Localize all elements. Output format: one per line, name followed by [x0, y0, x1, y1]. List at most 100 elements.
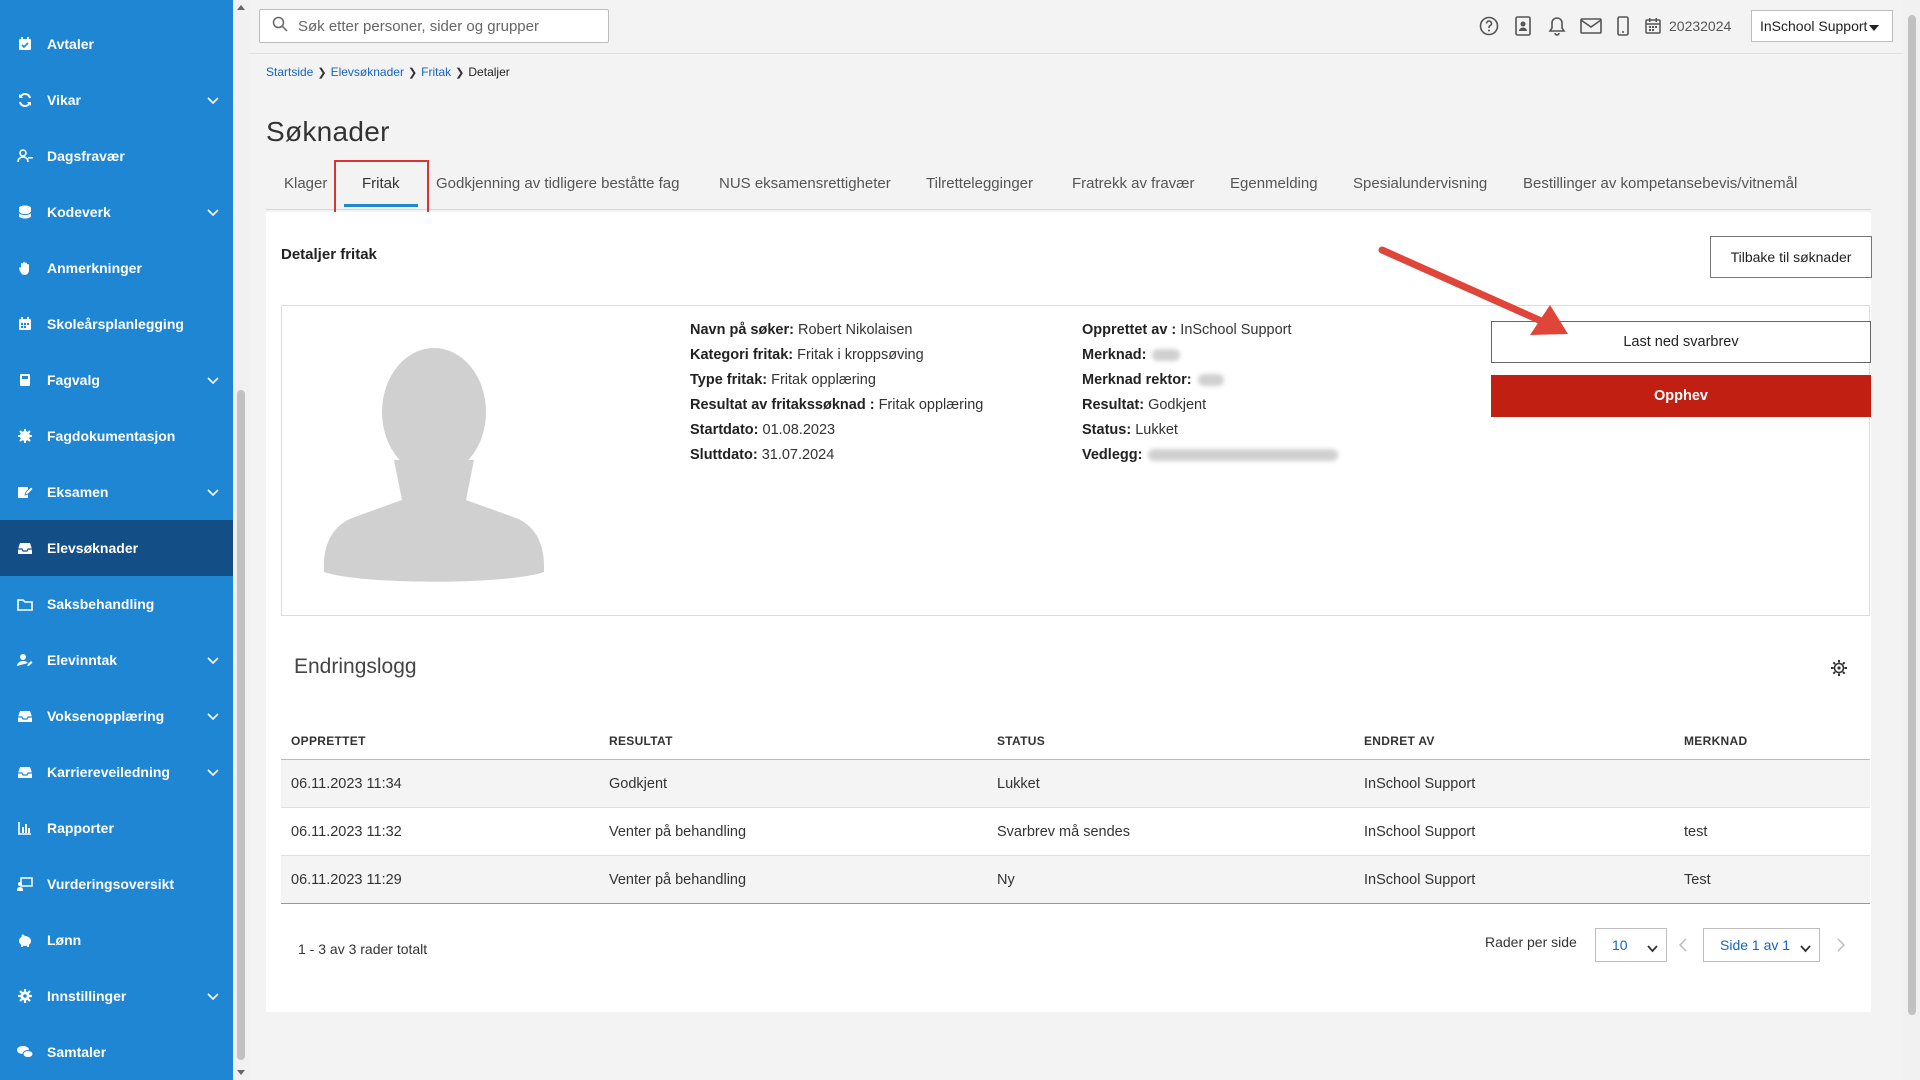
- column-header[interactable]: MERKNAD: [1684, 734, 1747, 748]
- sidebar-item-lonn[interactable]: Lønn: [0, 912, 233, 968]
- field-status: Status: Lukket: [1082, 422, 1178, 438]
- sidebar-item-fagvalg[interactable]: Fagvalg: [0, 352, 233, 408]
- download-response-letter-button[interactable]: Last ned svarbrev: [1491, 321, 1871, 363]
- field-result-of-application: Resultat av fritakssøknad : Fritak opplæ…: [690, 397, 983, 413]
- sidebar-scrollbar[interactable]: [233, 0, 249, 1080]
- sidebar-item-elevsoknader[interactable]: Elevsøknader: [0, 520, 233, 576]
- sidebar-item-label: Anmerkninger: [47, 260, 142, 276]
- field-created-by: Opprettet av : InSchool Support: [1082, 322, 1292, 338]
- sidebar-item-vurderingsoversikt[interactable]: Vurderingsoversikt: [0, 856, 233, 912]
- breadcrumb-link-startside[interactable]: Startside: [266, 65, 313, 79]
- sidebar-item-skolearsplanlegging[interactable]: Skoleårsplanlegging: [0, 296, 233, 352]
- column-header[interactable]: RESULTAT: [609, 734, 673, 748]
- table-row: 06.11.2023 11:29 Venter på behandling Ny…: [281, 856, 1870, 904]
- table-cell: InSchool Support: [1364, 776, 1476, 792]
- breadcrumb-link-elevsoknader[interactable]: Elevsøknader: [331, 65, 404, 79]
- contacts-icon[interactable]: [1511, 14, 1535, 38]
- table-cell: 06.11.2023 11:32: [291, 824, 402, 840]
- breadcrumb-link-fritak[interactable]: Fritak: [421, 65, 451, 79]
- chevron-down-icon: [207, 92, 219, 108]
- attachment-link-blurred[interactable]: [1148, 449, 1339, 462]
- page-select-value: Side 1 av 1: [1720, 937, 1791, 953]
- help-icon[interactable]: [1477, 14, 1501, 38]
- tab-bestillinger[interactable]: Bestillinger av kompetansebevis/vitnemål: [1523, 175, 1797, 192]
- tab-klager[interactable]: Klager: [284, 175, 327, 192]
- field-label: Navn på søker:: [690, 322, 794, 338]
- revoke-button[interactable]: Opphev: [1491, 375, 1871, 417]
- sidebar-item-saksbehandling[interactable]: Saksbehandling: [0, 576, 233, 632]
- field-start-date: Startdato: 01.08.2023: [690, 422, 835, 438]
- table-cell: Venter på behandling: [609, 824, 747, 840]
- sidebar-item-label: Vikar: [47, 92, 81, 108]
- back-to-applications-button[interactable]: Tilbake til søknader: [1710, 236, 1872, 278]
- gear-icon[interactable]: [1831, 660, 1847, 681]
- scrollbar-thumb[interactable]: [237, 390, 245, 1060]
- school-year-label[interactable]: 20232024: [1669, 18, 1731, 34]
- piggy-bank-icon: [17, 932, 33, 948]
- folder-icon: [17, 596, 33, 612]
- search-box[interactable]: [259, 9, 609, 43]
- changelog-table: OPPRETTET RESULTAT STATUS ENDRET AV MERK…: [281, 702, 1870, 904]
- table-cell: InSchool Support: [1364, 824, 1476, 840]
- chat-icon: [17, 1044, 33, 1060]
- sidebar-item-voksenopplaering[interactable]: Voksenopplæring: [0, 688, 233, 744]
- bar-chart-icon: [17, 820, 33, 836]
- notification-bell-icon[interactable]: [1545, 14, 1569, 38]
- field-label: Opprettet av :: [1082, 322, 1177, 338]
- scrollbar-thumb[interactable]: [1908, 15, 1916, 1015]
- column-header[interactable]: OPPRETTET: [291, 734, 366, 748]
- blurred-value: [1197, 374, 1224, 387]
- column-header[interactable]: STATUS: [997, 734, 1045, 748]
- scroll-down-arrow-icon[interactable]: [237, 1070, 245, 1075]
- sidebar-item-label: Innstillinger: [47, 988, 127, 1004]
- field-attachment: Vedlegg:: [1082, 447, 1339, 463]
- mobile-phone-icon[interactable]: [1611, 14, 1635, 38]
- annotation-highlight-box: [334, 160, 429, 219]
- table-header: OPPRETTET RESULTAT STATUS ENDRET AV MERK…: [281, 702, 1870, 760]
- blurred-value: [1152, 349, 1181, 362]
- table-row: 06.11.2023 11:34 Godkjent Lukket InSchoo…: [281, 760, 1870, 808]
- sidebar-item-label: Vurderingsoversikt: [47, 876, 175, 892]
- inbox-icon: [17, 540, 33, 556]
- tab-nus-eksamensrettigheter[interactable]: NUS eksamensrettigheter: [719, 175, 891, 192]
- field-label: Status:: [1082, 422, 1132, 438]
- sidebar-item-innstillinger[interactable]: Innstillinger: [0, 968, 233, 1024]
- field-value: Lukket: [1135, 422, 1178, 438]
- field-label: Kategori fritak:: [690, 347, 794, 363]
- page-scrollbar[interactable]: [1903, 0, 1920, 1080]
- search-input[interactable]: [298, 17, 598, 35]
- field-value: Fritak opplæring: [771, 372, 876, 388]
- sidebar-item-eksamen[interactable]: Eksamen: [0, 464, 233, 520]
- sidebar-item-label: Elevinntak: [47, 652, 118, 668]
- tab-tilrettelegginger[interactable]: Tilrettelegginger: [926, 175, 1033, 192]
- tab-godkjenning[interactable]: Godkjenning av tidligere beståtte fag: [436, 175, 680, 192]
- sidebar-item-vikar[interactable]: Vikar: [0, 72, 233, 128]
- user-menu-button[interactable]: InSchool Support: [1751, 10, 1893, 42]
- sidebar-item-label: Samtaler: [47, 1044, 107, 1060]
- calendar-icon[interactable]: [1641, 14, 1665, 38]
- sidebar-item-label: Elevsøknader: [47, 540, 139, 556]
- sidebar-item-rapporter[interactable]: Rapporter: [0, 800, 233, 856]
- sidebar-item-elevinntak[interactable]: Elevinntak: [0, 632, 233, 688]
- tab-fratrekk-av-fravaer[interactable]: Fratrekk av fravær: [1072, 175, 1195, 192]
- chevron-down-icon: [207, 988, 219, 1004]
- sidebar-item-label: Karriereveiledning: [47, 764, 170, 780]
- chevron-down-icon: [207, 372, 219, 388]
- mail-icon[interactable]: [1579, 14, 1603, 38]
- rows-per-page-select[interactable]: 10: [1595, 928, 1667, 962]
- sidebar-item-kodeverk[interactable]: Kodeverk: [0, 184, 233, 240]
- next-page-icon[interactable]: [1837, 938, 1846, 957]
- sidebar-item-dagsfravaer[interactable]: Dagsfravær: [0, 128, 233, 184]
- sidebar-item-avtaler[interactable]: Avtaler: [0, 16, 233, 72]
- column-header[interactable]: ENDRET AV: [1364, 734, 1435, 748]
- page-select[interactable]: Side 1 av 1: [1703, 928, 1820, 962]
- scroll-up-arrow-icon[interactable]: [237, 5, 245, 10]
- previous-page-icon[interactable]: [1678, 938, 1687, 957]
- sidebar-item-karriereveiledning[interactable]: Karriereveiledning: [0, 744, 233, 800]
- sidebar-item-fagdokumentasjon[interactable]: Fagdokumentasjon: [0, 408, 233, 464]
- sidebar-item-samtaler[interactable]: Samtaler: [0, 1024, 233, 1080]
- sidebar-item-anmerkninger[interactable]: Anmerkninger: [0, 240, 233, 296]
- tab-egenmelding[interactable]: Egenmelding: [1230, 175, 1318, 192]
- tab-spesialundervisning[interactable]: Spesialundervisning: [1353, 175, 1487, 192]
- chevron-down-icon: [1647, 940, 1658, 956]
